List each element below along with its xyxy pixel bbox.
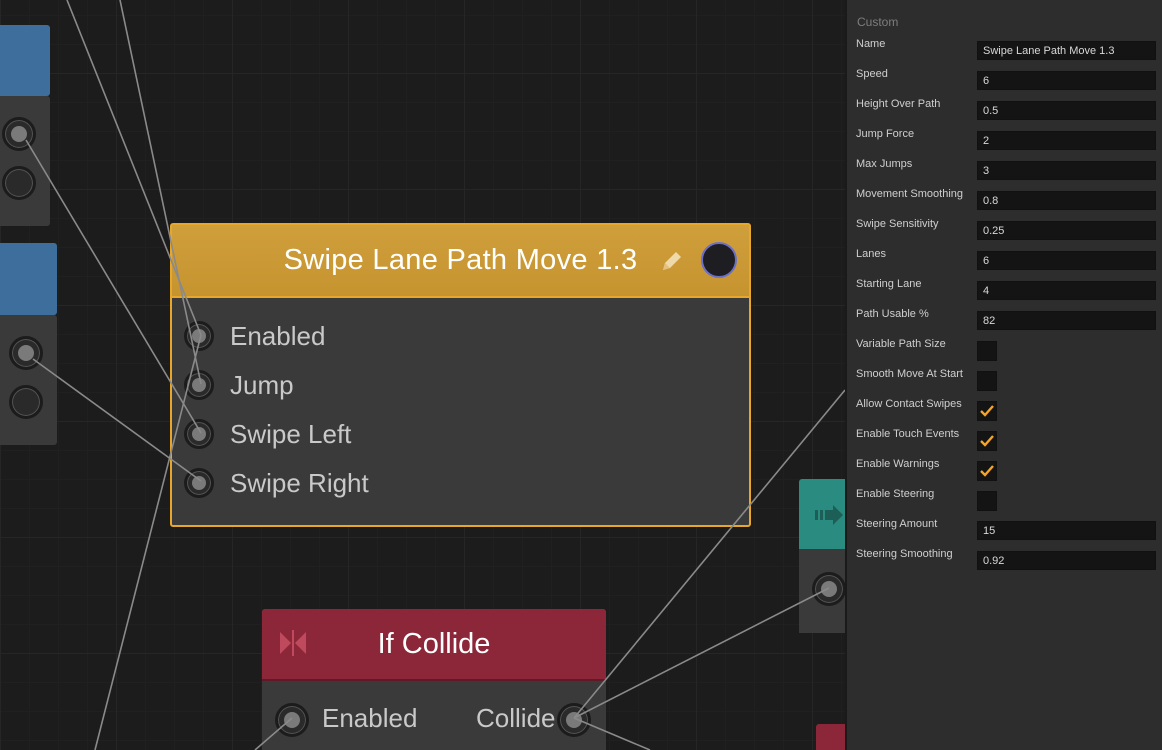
property-label: Speed [856, 68, 888, 80]
height-over-path-field[interactable]: 0.5 [977, 101, 1156, 120]
path-usable-field[interactable]: 82 [977, 311, 1156, 330]
swipe-lane-node[interactable]: Swipe Lane Path Move 1.3 Enabled Jump Sw… [170, 223, 751, 527]
enable-warnings-checkbox[interactable] [977, 461, 997, 481]
steering-smoothing-field[interactable]: 0.92 [977, 551, 1156, 570]
input-label: Jump [230, 369, 294, 400]
property-row-name: Name Swipe Lane Path Move 1.3 [847, 32, 1162, 62]
input-port[interactable] [184, 419, 214, 449]
partial-node-header[interactable] [816, 724, 845, 750]
output-port[interactable] [557, 703, 591, 737]
property-row-movement-smoothing: Movement Smoothing 0.8 [847, 182, 1162, 212]
property-label: Height Over Path [856, 98, 941, 110]
input-row-enabled[interactable]: Enabled [184, 316, 325, 356]
property-row-height-over-path: Height Over Path 0.5 [847, 92, 1162, 122]
partial-node-header[interactable] [0, 243, 57, 315]
property-label: Allow Contact Swipes [856, 398, 962, 410]
input-row-swipe-left[interactable]: Swipe Left [184, 414, 351, 454]
node-title: Swipe Lane Path Move 1.3 [283, 244, 638, 276]
max-jumps-field[interactable]: 3 [977, 161, 1156, 180]
node-port[interactable] [2, 117, 36, 151]
property-label: Steering Smoothing [856, 548, 953, 560]
input-port[interactable] [184, 370, 214, 400]
node-body[interactable] [799, 549, 845, 633]
swipe-sensitivity-field[interactable]: 0.25 [977, 221, 1156, 240]
speed-field[interactable]: 6 [977, 71, 1156, 90]
node-title: If Collide [377, 627, 491, 660]
graph-canvas[interactable]: Swipe Lane Path Move 1.3 Enabled Jump Sw… [0, 0, 845, 750]
node-output-port[interactable] [701, 242, 737, 278]
property-label: Swipe Sensitivity [856, 218, 939, 230]
input-port[interactable] [812, 572, 845, 606]
property-row-variable-path-size: Variable Path Size [847, 332, 1162, 362]
property-label: Path Usable % [856, 308, 929, 320]
checkmark-icon [980, 465, 994, 477]
property-label: Enable Warnings [856, 458, 940, 470]
property-row-starting-lane: Starting Lane 4 [847, 272, 1162, 302]
property-label: Name [856, 38, 886, 50]
input-label: Enabled [230, 320, 326, 351]
starting-lane-field[interactable]: 4 [977, 281, 1156, 300]
input-row-jump[interactable]: Jump [184, 365, 294, 405]
property-row-smooth-move-at-start: Smooth Move At Start [847, 362, 1162, 392]
input-port[interactable] [184, 321, 214, 351]
property-row-allow-contact-swipes: Allow Contact Swipes [847, 392, 1162, 422]
if-collide-node[interactable]: If Collide Enabled Collide [262, 609, 606, 750]
property-row-steering-smoothing: Steering Smoothing 0.92 [847, 542, 1162, 572]
node-header[interactable]: Swipe Lane Path Move 1.3 [172, 225, 749, 298]
output-label: Collide [476, 703, 556, 733]
enable-steering-checkbox[interactable] [977, 491, 997, 511]
property-label: Lanes [856, 248, 886, 260]
property-row-enable-touch-events: Enable Touch Events [847, 422, 1162, 452]
smooth-move-at-start-checkbox[interactable] [977, 371, 997, 391]
input-label: Swipe Right [230, 467, 369, 498]
property-row-path-usable: Path Usable % 82 [847, 302, 1162, 332]
property-row-speed: Speed 6 [847, 62, 1162, 92]
property-row-enable-steering: Enable Steering [847, 482, 1162, 512]
property-label: Enable Steering [856, 488, 935, 500]
inspector-panel[interactable]: Custom Name Swipe Lane Path Move 1.3 Speed… [845, 0, 1162, 750]
property-label: Starting Lane [856, 278, 922, 290]
section-header: Custom [857, 15, 899, 29]
movement-smoothing-field[interactable]: 0.8 [977, 191, 1156, 210]
input-label: Swipe Left [230, 418, 352, 449]
partial-action-node[interactable] [799, 479, 845, 633]
input-row-swipe-right[interactable]: Swipe Right [184, 463, 369, 503]
partial-node-header[interactable] [0, 25, 50, 96]
property-label: Max Jumps [856, 158, 913, 170]
property-label: Jump Force [856, 128, 915, 140]
pencil-icon[interactable] [659, 248, 685, 274]
variable-path-size-checkbox[interactable] [977, 341, 997, 361]
property-row-steering-amount: Steering Amount 15 [847, 512, 1162, 542]
property-label: Steering Amount [856, 518, 938, 530]
property-row-max-jumps: Max Jumps 3 [847, 152, 1162, 182]
input-label: Enabled [322, 703, 418, 733]
steering-amount-field[interactable]: 15 [977, 521, 1156, 540]
node-port[interactable] [9, 385, 43, 419]
node-port[interactable] [9, 336, 43, 370]
property-label: Variable Path Size [856, 338, 946, 350]
jump-force-field[interactable]: 2 [977, 131, 1156, 150]
checkmark-icon [980, 435, 994, 447]
arrow-right-icon [815, 505, 843, 529]
property-row-swipe-sensitivity: Swipe Sensitivity 0.25 [847, 212, 1162, 242]
property-label: Smooth Move At Start [856, 368, 963, 380]
partial-node-body[interactable] [0, 96, 50, 226]
enable-touch-events-checkbox[interactable] [977, 431, 997, 451]
checkmark-icon [980, 405, 994, 417]
input-port[interactable] [184, 468, 214, 498]
name-field[interactable]: Swipe Lane Path Move 1.3 [977, 41, 1156, 60]
node-port[interactable] [2, 166, 36, 200]
allow-contact-swipes-checkbox[interactable] [977, 401, 997, 421]
property-row-jump-force: Jump Force 2 [847, 122, 1162, 152]
input-port[interactable] [275, 703, 309, 737]
collide-icon [278, 628, 308, 658]
property-row-enable-warnings: Enable Warnings [847, 452, 1162, 482]
property-row-lanes: Lanes 6 [847, 242, 1162, 272]
property-label: Enable Touch Events [856, 428, 960, 440]
partial-node-body[interactable] [0, 315, 57, 445]
property-label: Movement Smoothing [856, 188, 963, 200]
node-header[interactable]: If Collide [262, 609, 606, 681]
node-header[interactable] [799, 479, 845, 549]
lanes-field[interactable]: 6 [977, 251, 1156, 270]
